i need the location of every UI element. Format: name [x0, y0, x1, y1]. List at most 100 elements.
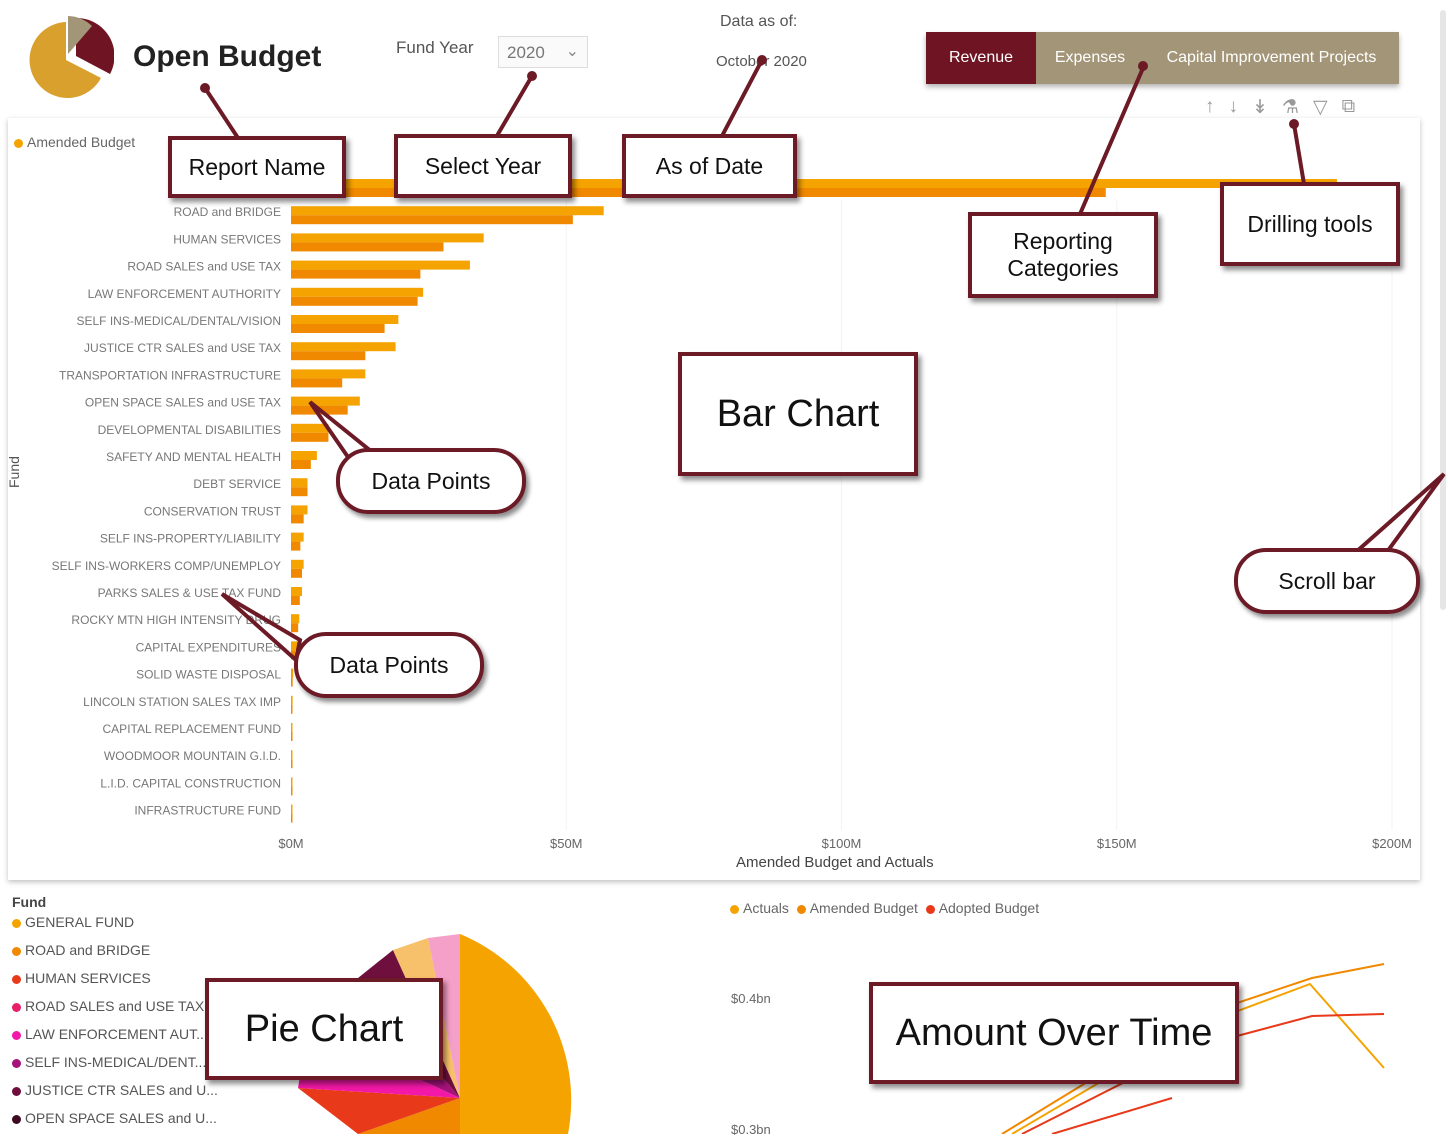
- pie-legend-item[interactable]: GENERAL FUND: [12, 914, 134, 930]
- y-category-label: SELF INS-PROPERTY/LIABILITY: [100, 532, 281, 546]
- bar-amended[interactable]: [291, 206, 604, 216]
- y-category-label: L.I.D. CAPITAL CONSTRUCTION: [100, 776, 281, 790]
- y-category-label: CAPITAL REPLACEMENT FUND: [103, 722, 282, 736]
- bar-actuals[interactable]: [291, 487, 308, 497]
- legend-adopted-label: Adopted Budget: [938, 900, 1040, 916]
- pie-legend-item[interactable]: JUSTICE CTR SALES and U...: [12, 1082, 218, 1098]
- bar-amended[interactable]: [291, 695, 293, 705]
- legend-dot-icon: [12, 974, 21, 984]
- y-category-label: ROAD and BRIDGE: [174, 205, 281, 219]
- line-chart-legend: Actuals Amended Budget Adopted Budget: [730, 900, 1039, 916]
- callout-drilling-tools: Drilling tools: [1220, 182, 1400, 266]
- bar-amended[interactable]: [291, 532, 304, 542]
- bar-amended[interactable]: [291, 668, 294, 678]
- line-series-adopted-lower: [1051, 1097, 1173, 1135]
- legend-dot-icon: [730, 904, 739, 914]
- y-category-label: CONSERVATION TRUST: [144, 504, 282, 518]
- callout-reporting-categories-text: Reporting Categories: [1007, 228, 1119, 281]
- bar-actuals[interactable]: [291, 759, 293, 769]
- bar-amended[interactable]: [291, 777, 293, 787]
- bar-amended[interactable]: [291, 369, 366, 379]
- bar-amended[interactable]: [291, 287, 424, 297]
- legend-actuals-label: Actuals: [743, 900, 789, 916]
- bar-amended[interactable]: [291, 478, 308, 488]
- bar-actuals[interactable]: [291, 242, 444, 252]
- bar-actuals[interactable]: [291, 460, 311, 469]
- callout-as-of-date: As of Date: [622, 134, 797, 198]
- bar-amended[interactable]: [291, 750, 293, 760]
- legend-amended-label: Amended Budget: [809, 900, 918, 916]
- callout-report-name: Report Name: [168, 136, 346, 198]
- pie-legend-item[interactable]: SELF INS-MEDICAL/DENT...: [12, 1054, 206, 1070]
- legend-dot-icon: [796, 904, 806, 914]
- x-tick-label: $200M: [1372, 836, 1412, 851]
- bar-actuals[interactable]: [291, 378, 343, 388]
- bar-amended[interactable]: [291, 233, 484, 243]
- bar-actuals[interactable]: [291, 813, 293, 823]
- bar-amended[interactable]: [291, 396, 360, 406]
- pie-legend-item[interactable]: HUMAN SERVICES: [12, 970, 151, 986]
- callout-amount-over-time: Amount Over Time: [869, 982, 1239, 1084]
- pie-slice: [460, 934, 572, 1134]
- legend-dot-icon: [12, 1002, 21, 1012]
- bar-amended[interactable]: [291, 587, 303, 596]
- pie-legend-label: GENERAL FUND: [25, 914, 135, 930]
- bar-actuals[interactable]: [291, 568, 303, 578]
- bar-actuals[interactable]: [291, 269, 421, 279]
- y-category-label: ROCKY MTN HIGH INTENSITY DRUG: [71, 613, 281, 627]
- pie-legend-label: JUSTICE CTR SALES and U...: [25, 1082, 218, 1098]
- bar-amended[interactable]: [291, 423, 329, 433]
- bar-actuals[interactable]: [291, 215, 573, 225]
- bar-actuals[interactable]: [291, 732, 293, 741]
- bar-actuals[interactable]: [291, 704, 293, 714]
- y-category-label: SAFETY AND MENTAL HEALTH: [106, 450, 281, 464]
- bar-actuals[interactable]: [291, 296, 418, 306]
- bar-amended[interactable]: [291, 342, 396, 352]
- bar-actuals[interactable]: [291, 351, 366, 361]
- y-category-label: SELF INS-WORKERS COMP/UNEMPLOY: [52, 559, 281, 573]
- legend-dot-icon: [12, 946, 21, 956]
- pie-legend-item[interactable]: LAW ENFORCEMENT AUT...: [12, 1026, 208, 1042]
- y-category-label: SOLID WASTE DISPOSAL: [136, 668, 281, 682]
- bar-amended[interactable]: [291, 804, 293, 814]
- bar-actuals[interactable]: [291, 677, 293, 687]
- y-category-label: DEVELOPMENTAL DISABILITIES: [98, 423, 281, 437]
- line-y-tick: $0.3bn: [731, 1122, 771, 1137]
- bar-amended[interactable]: [291, 559, 304, 569]
- callout-bar-chart: Bar Chart: [678, 352, 918, 476]
- bar-amended[interactable]: [291, 614, 300, 624]
- scrollbar[interactable]: [1440, 10, 1446, 610]
- bar-actuals[interactable]: [291, 432, 329, 442]
- line-y-tick: $0.4bn: [731, 991, 771, 1006]
- y-category-label: DEBT SERVICE: [193, 477, 281, 491]
- y-category-label: INFRASTRUCTURE FUND: [134, 804, 281, 818]
- callout-scroll-bar: Scroll bar: [1234, 548, 1420, 614]
- callout-pie-chart: Pie Chart: [205, 978, 443, 1080]
- y-category-label: JUSTICE CTR SALES and USE TAX: [84, 341, 281, 355]
- bar-amended[interactable]: [291, 315, 399, 324]
- pie-legend-item[interactable]: ROAD and BRIDGE: [12, 942, 150, 958]
- bar-actuals[interactable]: [291, 324, 385, 333]
- bar-actuals[interactable]: [291, 541, 301, 551]
- bar-actuals[interactable]: [291, 596, 300, 605]
- pie-legend-item[interactable]: OPEN SPACE SALES and U...: [12, 1110, 217, 1126]
- pie-legend-item[interactable]: ROAD SALES and USE TAX: [12, 998, 204, 1014]
- bar-actuals[interactable]: [291, 405, 348, 415]
- bar-amended[interactable]: [291, 723, 293, 732]
- bar-actuals[interactable]: [291, 514, 304, 524]
- x-tick-label: $50M: [550, 836, 583, 851]
- bar-amended[interactable]: [291, 451, 317, 460]
- bar-amended[interactable]: [291, 505, 308, 515]
- legend-dot-icon: [925, 904, 935, 914]
- y-category-label: PARKS SALES & USE TAX FUND: [98, 586, 282, 600]
- y-category-label: OPEN SPACE SALES and USE TAX: [85, 396, 281, 410]
- bar-actuals[interactable]: [291, 786, 293, 796]
- bar-actuals[interactable]: [291, 623, 299, 633]
- pie-legend-label: SELF INS-MEDICAL/DENT...: [25, 1054, 207, 1070]
- legend-dot-icon: [12, 918, 21, 928]
- pie-legend-label: LAW ENFORCEMENT AUT...: [25, 1026, 208, 1042]
- y-category-label: ROAD SALES and USE TAX: [127, 260, 281, 274]
- x-tick-label: $100M: [822, 836, 862, 851]
- bar-amended[interactable]: [291, 260, 470, 270]
- pie-legend-label: ROAD SALES and USE TAX: [25, 998, 205, 1014]
